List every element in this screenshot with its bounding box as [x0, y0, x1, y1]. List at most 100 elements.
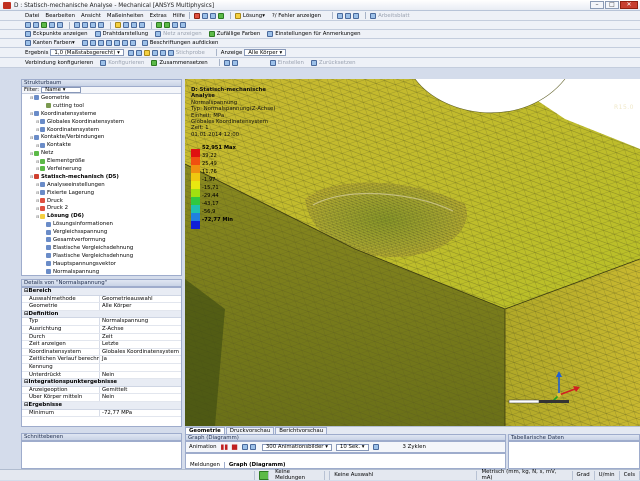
tree-item[interactable]: ⊟ Globales Koordinatensystem	[22, 118, 181, 126]
save-icon[interactable]	[209, 12, 216, 19]
stop-icon[interactable]	[193, 12, 200, 19]
tab-geometrie[interactable]: Geometrie	[185, 427, 225, 434]
details-row[interactable]: Auswahlmethode Geometrieauswahl	[22, 295, 181, 304]
cursor-icon[interactable]	[345, 12, 352, 19]
details-value[interactable]: Normalspannung	[100, 318, 181, 325]
tree-item[interactable]: ⊟ Analyseeinstellungen	[22, 181, 181, 189]
tree-item[interactable]: Vergleichsspannung	[22, 228, 181, 236]
max-icon[interactable]	[151, 49, 158, 56]
prev-view-icon[interactable]	[156, 22, 162, 28]
menu-masseinheiten[interactable]: Maßeinheiten	[107, 13, 144, 19]
details-value[interactable]: Gemittelt	[100, 387, 181, 394]
view-front-icon[interactable]	[131, 22, 137, 28]
details-row[interactable]: Kennung	[22, 363, 181, 372]
maximize-button[interactable]: □	[605, 1, 619, 9]
show-vertices-button[interactable]: Eckpunkte anzeigen	[25, 31, 88, 37]
details-section[interactable]: ⊟ Bereich	[22, 288, 181, 296]
menu-datei[interactable]: Datei	[25, 13, 39, 19]
tree-item[interactable]: Lösungsinformationen	[22, 220, 181, 228]
edge-select-icon[interactable]	[82, 22, 88, 28]
random-colors-button[interactable]: Zufällige Farben	[208, 31, 260, 37]
details-value[interactable]: Alle Körper	[100, 303, 181, 310]
play-icon[interactable]: ▮▮	[220, 443, 228, 451]
details-value[interactable]: Nein	[100, 394, 181, 401]
camera-icon[interactable]	[249, 444, 256, 450]
edge-style-2-icon[interactable]	[89, 40, 96, 46]
display-dropdown[interactable]: Alle Körper ▾	[244, 49, 287, 56]
edge-style-7-icon[interactable]	[129, 40, 136, 46]
tree-item[interactable]: Plastische Vergleichsdehnung	[22, 252, 181, 260]
worksheet-button[interactable]: Arbeitsblatt	[370, 12, 410, 19]
export-icon[interactable]	[241, 444, 248, 450]
details-value[interactable]: Ja	[100, 356, 181, 363]
zoom-in-icon[interactable]	[49, 22, 55, 28]
tree-item[interactable]: ⊟ Druck	[22, 197, 181, 205]
show-mesh-button[interactable]: Netz anzeigen	[155, 31, 202, 37]
edge-style-4-icon[interactable]	[105, 40, 112, 46]
details-row[interactable]: Zeitlichen Verlauf berechnen Ja	[22, 356, 181, 364]
min-icon[interactable]	[159, 49, 166, 56]
magnifier-icon[interactable]	[180, 22, 186, 28]
menu-ansicht[interactable]: Ansicht	[81, 13, 101, 19]
duration-dropdown[interactable]: 10 Sek. ▾	[335, 443, 369, 451]
annotation-settings-button[interactable]: Einstellungen für Anmerkungen	[267, 31, 361, 37]
details-section[interactable]: ⊟ Ergebnisse	[22, 401, 181, 410]
body-select-icon[interactable]	[98, 22, 104, 28]
details-row[interactable]: Ausrichtung Z-Achse	[22, 325, 181, 334]
open-icon[interactable]	[201, 12, 208, 19]
minimize-button[interactable]: –	[590, 1, 604, 9]
tree-item[interactable]: Elastische Vergleichsdehnung	[22, 244, 181, 252]
tree-item[interactable]: ⊟ Netz	[22, 149, 181, 157]
tree-item[interactable]: ⊟ Geometrie	[22, 94, 181, 102]
menu-extras[interactable]: Extras	[150, 13, 167, 19]
edge-colors-button[interactable]: Kanten Farben ▾	[25, 40, 75, 46]
tree-item[interactable]: ⊟ Elementgröße	[22, 157, 181, 165]
tree-item[interactable]: ⊟ Koordinatensystem	[22, 126, 181, 134]
thicken-labels-button[interactable]: Beschriftungen aufdicken	[141, 40, 218, 46]
calendar-icon[interactable]	[217, 12, 224, 19]
details-row[interactable]: Zeit anzeigen Letzte	[22, 341, 181, 349]
adjust-button[interactable]: Einstellen	[269, 59, 304, 66]
reset-icon[interactable]	[353, 12, 360, 19]
tree-item[interactable]: ⊟ Koordinatensysteme	[22, 110, 181, 118]
scale-up-icon[interactable]	[231, 59, 238, 66]
tree-item[interactable]: Gesamtverformung	[22, 236, 181, 244]
details-section[interactable]: ⊟ Definition	[22, 310, 181, 319]
fit-icon[interactable]	[115, 22, 121, 28]
tree-filter-dropdown[interactable]: Name ▾	[41, 87, 82, 93]
next-view-icon[interactable]	[164, 22, 170, 28]
loop-icon[interactable]	[372, 444, 379, 450]
configure-button[interactable]: Konfigurieren	[100, 59, 144, 66]
tree-item[interactable]: Normalspannung	[22, 268, 181, 275]
contour-icon[interactable]	[127, 49, 134, 56]
details-value[interactable]: -72,77 MPa	[100, 410, 181, 417]
box-zoom-icon[interactable]	[172, 22, 178, 28]
configure-connection-button[interactable]: Verbindung konfigurieren	[25, 60, 93, 66]
details-row[interactable]: Typ Normalspannung	[22, 318, 181, 326]
menu-bearbeiten[interactable]: Bearbeiten	[45, 13, 75, 19]
details-value[interactable]: Globales Koordinatensystem	[100, 349, 181, 356]
details-value[interactable]: Nein	[100, 372, 181, 379]
details-row[interactable]: Koordinatensystem Globales Koordinatensys…	[22, 348, 181, 357]
tree-item[interactable]: Hauptspannungsvektor	[22, 260, 181, 268]
tab-graph[interactable]: Graph (Diagramm)	[225, 462, 290, 468]
tree-item[interactable]: ⊟ Kontakte/Verbindungen	[22, 133, 181, 141]
edge-style-3-icon[interactable]	[97, 40, 104, 46]
details-row[interactable]: Über Körper mitteln Nein	[22, 394, 181, 402]
view-back-icon[interactable]	[139, 22, 145, 28]
details-row[interactable]: Unterdrückt Nein	[22, 371, 181, 380]
edge-style-1-icon[interactable]	[81, 40, 88, 46]
graphics-viewport[interactable]: D: Statisch-mechanische Analyse Normalsp…	[185, 79, 640, 426]
details-row[interactable]: Minimum -72,77 MPa	[22, 409, 181, 418]
details-section[interactable]: ⊟ Integrationspunktergebnisse	[22, 379, 181, 387]
iso-view-icon[interactable]	[123, 22, 129, 28]
solve-button[interactable]: Lösung ▾	[234, 12, 265, 19]
assemble-button[interactable]: Zusammensetzen	[151, 59, 208, 66]
wireframe-button[interactable]: Drahtdarstellung	[94, 31, 148, 37]
messages-status[interactable]: Keine Meldungen	[255, 469, 331, 481]
vertex-select-icon[interactable]	[74, 22, 80, 28]
tree-item[interactable]: cutting tool	[22, 102, 181, 110]
pan-icon[interactable]	[41, 22, 47, 28]
details-value[interactable]: Geometrieauswahl	[100, 296, 181, 303]
select-icon[interactable]	[25, 22, 31, 28]
